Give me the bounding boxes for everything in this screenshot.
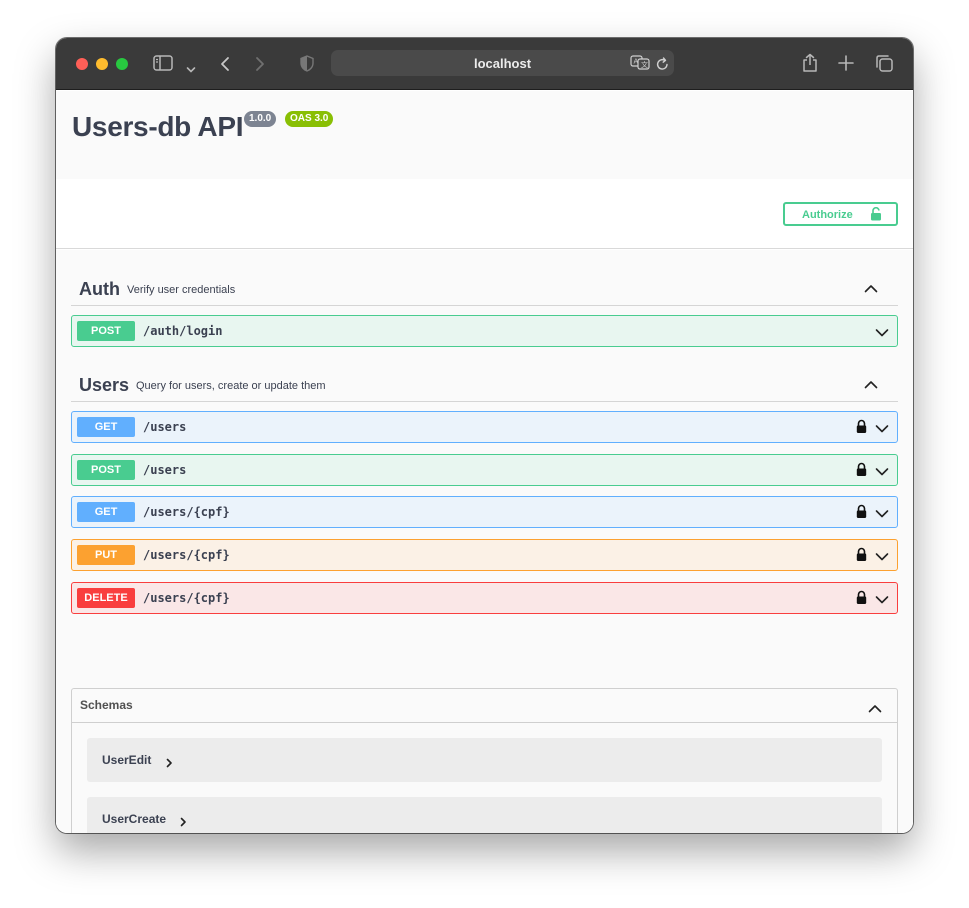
tag-description: Query for users, create or update them bbox=[136, 380, 326, 392]
lock-icon[interactable] bbox=[856, 547, 867, 567]
chevron-down-icon[interactable] bbox=[875, 506, 889, 524]
schemas-title: Schemas bbox=[80, 698, 133, 712]
schemas-header[interactable]: Schemas bbox=[72, 689, 897, 723]
model-user-edit[interactable]: UserEdit bbox=[87, 738, 882, 782]
tag-name: Users bbox=[79, 375, 130, 395]
authorize-button[interactable]: Authorize bbox=[783, 202, 898, 226]
chevron-up-icon[interactable] bbox=[864, 376, 878, 394]
chevron-down-icon[interactable] bbox=[875, 325, 889, 343]
operation-get-users[interactable]: GET /users bbox=[71, 411, 898, 443]
operation-delete-user-by-cpf[interactable]: DELETE /users/{cpf} bbox=[71, 582, 898, 614]
translate-icon[interactable]: A文 bbox=[630, 55, 650, 74]
api-info: Users-db API 1.0.0 OAS 3.0 bbox=[56, 91, 913, 179]
operation-path: /users bbox=[143, 420, 187, 434]
lock-icon[interactable] bbox=[856, 462, 867, 482]
scheme-container: Authorize bbox=[56, 179, 913, 249]
page-content: Users-db API 1.0.0 OAS 3.0 Authorize Aut… bbox=[56, 91, 913, 833]
tag-header-users[interactable]: Users Query for users, create or update … bbox=[71, 364, 898, 402]
schemas-section: Schemas UserEdit UserCreate bbox=[71, 688, 898, 833]
chevron-down-icon[interactable] bbox=[875, 549, 889, 567]
chevron-down-icon[interactable] bbox=[875, 592, 889, 610]
method-badge: DELETE bbox=[77, 588, 135, 608]
back-icon[interactable] bbox=[219, 56, 231, 76]
method-badge: PUT bbox=[77, 545, 135, 565]
lock-icon[interactable] bbox=[856, 590, 867, 610]
close-window-button[interactable] bbox=[76, 58, 88, 70]
operation-path: /users bbox=[143, 463, 187, 477]
operation-path: /users/{cpf} bbox=[143, 505, 230, 519]
tag-name: Auth bbox=[79, 279, 120, 299]
browser-toolbar: localhost A文 bbox=[56, 38, 913, 90]
method-badge: GET bbox=[77, 502, 135, 522]
api-title: Users-db API bbox=[72, 111, 244, 142]
unlock-icon bbox=[870, 206, 882, 224]
chevron-right-icon[interactable] bbox=[180, 814, 187, 832]
chevron-up-icon[interactable] bbox=[864, 280, 878, 298]
method-badge: POST bbox=[77, 321, 135, 341]
operation-post-auth-login[interactable]: POST /auth/login bbox=[71, 315, 898, 347]
operation-get-user-by-cpf[interactable]: GET /users/{cpf} bbox=[71, 496, 898, 528]
sidebar-icon[interactable] bbox=[153, 55, 173, 75]
address-bar[interactable]: localhost A文 bbox=[331, 50, 674, 76]
chevron-right-icon[interactable] bbox=[166, 755, 173, 773]
tag-header-auth[interactable]: Auth Verify user credentials bbox=[71, 268, 898, 306]
browser-window: localhost A文 Users-db API 1.0.0 OAS 3.0 bbox=[56, 38, 913, 833]
oas-badge: OAS 3.0 bbox=[285, 111, 334, 127]
operation-post-users[interactable]: POST /users bbox=[71, 454, 898, 486]
forward-icon[interactable] bbox=[254, 56, 266, 76]
version-badge: 1.0.0 bbox=[244, 111, 277, 127]
svg-text:A: A bbox=[634, 58, 639, 66]
svg-text:文: 文 bbox=[641, 60, 648, 69]
authorize-label: Authorize bbox=[802, 209, 853, 221]
model-name: UserEdit bbox=[102, 753, 152, 767]
new-tab-icon[interactable] bbox=[838, 55, 854, 75]
method-badge: GET bbox=[77, 417, 135, 437]
url-text: localhost bbox=[473, 56, 532, 71]
minimize-window-button[interactable] bbox=[96, 58, 108, 70]
method-badge: POST bbox=[77, 460, 135, 480]
chevron-down-icon[interactable] bbox=[875, 464, 889, 482]
operation-path: /auth/login bbox=[143, 324, 223, 338]
share-icon[interactable] bbox=[802, 53, 818, 77]
lock-icon[interactable] bbox=[856, 504, 867, 524]
tab-overview-icon[interactable] bbox=[875, 54, 894, 77]
shield-icon[interactable] bbox=[300, 55, 314, 76]
chevron-up-icon[interactable] bbox=[868, 700, 882, 718]
operation-path: /users/{cpf} bbox=[143, 591, 230, 605]
reload-icon[interactable] bbox=[656, 56, 669, 75]
maximize-window-button[interactable] bbox=[116, 58, 128, 70]
operation-put-user-by-cpf[interactable]: PUT /users/{cpf} bbox=[71, 539, 898, 571]
operations-area: Auth Verify user credentials POST /auth/… bbox=[56, 250, 913, 833]
model-user-create[interactable]: UserCreate bbox=[87, 797, 882, 833]
operation-path: /users/{cpf} bbox=[143, 548, 230, 562]
chevron-down-icon[interactable] bbox=[186, 59, 196, 78]
model-name: UserCreate bbox=[102, 812, 167, 826]
chevron-down-icon[interactable] bbox=[875, 421, 889, 439]
lock-icon[interactable] bbox=[856, 419, 867, 439]
tag-description: Verify user credentials bbox=[127, 284, 236, 296]
